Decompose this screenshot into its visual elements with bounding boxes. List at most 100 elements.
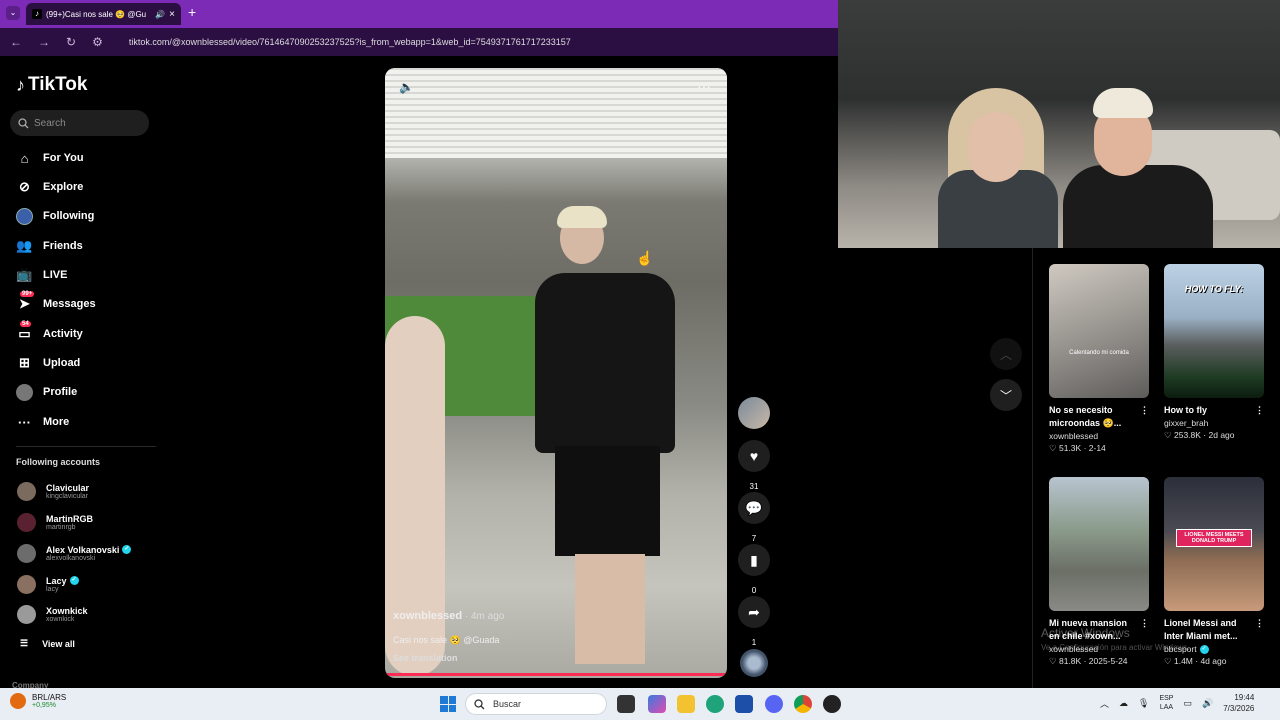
card-more-options-icon[interactable]: ⋮ bbox=[1255, 617, 1264, 630]
video-more-options-icon[interactable]: ··· bbox=[697, 78, 711, 94]
view-all-link[interactable]: ☰ View all bbox=[20, 638, 75, 649]
edge-browser-icon[interactable] bbox=[706, 695, 724, 713]
following-account-item[interactable]: Xownkick xownkick bbox=[17, 601, 88, 627]
sidebar-item-label: Activity bbox=[43, 328, 83, 340]
forward-arrow-icon[interactable]: → bbox=[38, 35, 50, 49]
video-frame-person-shirt bbox=[535, 273, 675, 453]
tab-list-chevron-icon[interactable]: ⌄ bbox=[6, 6, 20, 20]
clock-time: 19:44 bbox=[1234, 693, 1255, 702]
recommended-thumbnail[interactable] bbox=[1049, 477, 1149, 611]
heart-icon: ♡ bbox=[1049, 443, 1059, 454]
tiktok-logo[interactable]: ♪ TikTok bbox=[16, 74, 87, 96]
following-account-item[interactable]: Alex Volkanovski ✓ alexvolkanovski bbox=[17, 540, 132, 566]
previous-video-chevron-up-icon[interactable]: ︿ bbox=[990, 338, 1022, 370]
browser-tab[interactable]: ♪ (99+)Casi nos sale 🥺 @Gu 🔊 × bbox=[26, 3, 181, 25]
tab-close-icon[interactable]: × bbox=[169, 9, 175, 20]
video-player[interactable]: 🔈 ··· xownblessed · 4m ago Casi nos sale… bbox=[385, 68, 727, 678]
recommended-date: 2d ago bbox=[1208, 430, 1235, 441]
sidebar-item-label: Friends bbox=[43, 240, 83, 252]
sidebar-item-friends[interactable]: 👥 Friends bbox=[16, 235, 83, 257]
sidebar-item-label: Upload bbox=[43, 357, 81, 369]
avatar bbox=[17, 512, 36, 532]
tray-chevron-up-icon[interactable]: ︿ bbox=[1100, 697, 1109, 710]
address-bar: ← → ↻ ⚙ tiktok.com/@xownblessed/video/76… bbox=[0, 28, 838, 56]
sidebar-item-more[interactable]: ··· More bbox=[16, 411, 69, 433]
sidebar-item-for-you[interactable]: ⌂ For You bbox=[16, 147, 84, 169]
keyboard-layout: LAA bbox=[1159, 704, 1174, 712]
following-account-item[interactable]: Lacy ✓ lacy bbox=[17, 571, 79, 597]
url-field[interactable]: tiktok.com/@xownblessed/video/7614647090… bbox=[129, 37, 571, 47]
share-button[interactable]: ➦ 1 bbox=[738, 596, 770, 647]
discord-icon[interactable] bbox=[765, 695, 783, 713]
following-account-item[interactable]: Clavicular kingclavicular bbox=[17, 478, 89, 504]
tab-audio-icon[interactable]: 🔊 bbox=[155, 10, 165, 19]
sidebar-item-activity[interactable]: ▭ 54 Activity bbox=[16, 320, 83, 345]
sidebar-item-profile[interactable]: Profile bbox=[16, 381, 77, 403]
stock-widget[interactable]: BRL/ARS +0,95% bbox=[10, 693, 66, 709]
microphone-icon[interactable]: 🎙 bbox=[1138, 698, 1149, 709]
copilot-icon[interactable] bbox=[648, 695, 666, 713]
recommended-likes: 1.4M bbox=[1173, 656, 1193, 667]
card-more-options-icon[interactable]: ⋮ bbox=[1255, 404, 1264, 417]
account-handle: martinrgb bbox=[46, 523, 76, 531]
recommended-video-card[interactable]: HOW TO FLY: How to fly ⋮ gixxer_brah ♡ 25… bbox=[1164, 264, 1264, 441]
obs-icon[interactable] bbox=[823, 695, 841, 713]
friends-icon: 👥 bbox=[16, 238, 33, 253]
sidebar-item-following[interactable]: Following bbox=[16, 205, 94, 227]
windows-activation-watermark: Activar Windows bbox=[1041, 626, 1130, 640]
site-info-icon[interactable]: ⚙ bbox=[92, 35, 103, 49]
recommended-author[interactable]: xownblessed bbox=[1049, 431, 1098, 441]
clock[interactable]: 19:44 7/3/2026 bbox=[1223, 692, 1254, 714]
recommended-thumbnail[interactable]: LIONEL MESSI MEETS DONALD TRUMP bbox=[1164, 477, 1264, 611]
store-icon[interactable] bbox=[735, 695, 753, 713]
account-name: Clavicular bbox=[46, 482, 90, 493]
video-author[interactable]: xownblessed · 4m ago bbox=[393, 610, 504, 622]
taskbar-search-input[interactable]: Buscar bbox=[465, 693, 607, 715]
activity-badge: 54 bbox=[20, 320, 31, 327]
reload-icon[interactable]: ↻ bbox=[66, 35, 76, 49]
search-input[interactable]: Search bbox=[10, 110, 149, 136]
new-tab-plus-icon[interactable]: + bbox=[188, 4, 196, 20]
volume-icon[interactable]: 🔈 bbox=[399, 80, 414, 94]
sidebar-item-live[interactable]: 📺 LIVE bbox=[16, 264, 67, 286]
see-translation-link[interactable]: See translation bbox=[393, 653, 458, 663]
sidebar-item-explore[interactable]: ⊘ Explore bbox=[16, 176, 83, 198]
verified-badge-icon: ✓ bbox=[1199, 644, 1209, 654]
home-icon: ⌂ bbox=[20, 150, 29, 166]
video-progress-bar[interactable] bbox=[385, 673, 727, 676]
thumbnail-overlay-text: LIONEL MESSI MEETS DONALD TRUMP bbox=[1176, 529, 1252, 547]
search-icon bbox=[474, 698, 485, 709]
taskbar-search-placeholder: Buscar bbox=[493, 699, 522, 709]
save-button[interactable]: ▮ 0 bbox=[738, 544, 770, 595]
network-icon[interactable]: ▭ bbox=[1183, 698, 1192, 709]
sidebar-item-messages[interactable]: ➤ 99+ Messages bbox=[16, 290, 96, 315]
back-arrow-icon[interactable]: ← bbox=[10, 35, 22, 49]
recommended-video-card[interactable]: LIONEL MESSI MEETS DONALD TRUMP Lionel M… bbox=[1164, 477, 1264, 667]
card-more-options-icon[interactable]: ⋮ bbox=[1140, 617, 1149, 630]
recommended-thumbnail[interactable]: Calentando mi comida bbox=[1049, 264, 1149, 398]
task-view-icon[interactable] bbox=[617, 695, 635, 713]
next-video-chevron-down-icon[interactable]: ﹀ bbox=[990, 379, 1022, 411]
chrome-icon[interactable] bbox=[794, 695, 812, 713]
language-indicator[interactable]: ESP LAA bbox=[1159, 694, 1173, 712]
comment-button[interactable]: 💬 7 bbox=[738, 492, 770, 543]
file-explorer-icon[interactable] bbox=[677, 695, 695, 713]
recommended-author[interactable]: gixxer_brah bbox=[1164, 418, 1208, 428]
share-count: 1 bbox=[751, 638, 757, 647]
following-avatar-icon bbox=[16, 207, 33, 225]
sidebar-item-label: For You bbox=[43, 152, 84, 164]
volume-tray-icon[interactable]: 🔊 bbox=[1202, 698, 1213, 709]
tray-app-icon[interactable]: ☁ bbox=[1119, 698, 1128, 709]
stock-name: BRL/ARS bbox=[32, 693, 67, 702]
author-avatar[interactable] bbox=[738, 397, 770, 429]
recommended-thumbnail[interactable]: HOW TO FLY: bbox=[1164, 264, 1264, 398]
like-button[interactable]: ♥ 31 bbox=[738, 440, 770, 491]
music-disc-icon[interactable] bbox=[740, 649, 768, 677]
following-account-item[interactable]: MartinRGB martinrgb bbox=[17, 509, 93, 535]
system-tray: ︿ ☁ 🎙 ESP LAA ▭ 🔊 19:44 7/3/2026 bbox=[1100, 692, 1254, 714]
sidebar-item-upload[interactable]: ⊞ Upload bbox=[16, 352, 80, 374]
windows-start-icon[interactable] bbox=[440, 696, 456, 712]
recommended-video-card[interactable]: Calentando mi comida No se necesito micr… bbox=[1049, 264, 1149, 454]
card-more-options-icon[interactable]: ⋮ bbox=[1140, 404, 1149, 417]
webcam-person-left-face bbox=[968, 112, 1024, 182]
